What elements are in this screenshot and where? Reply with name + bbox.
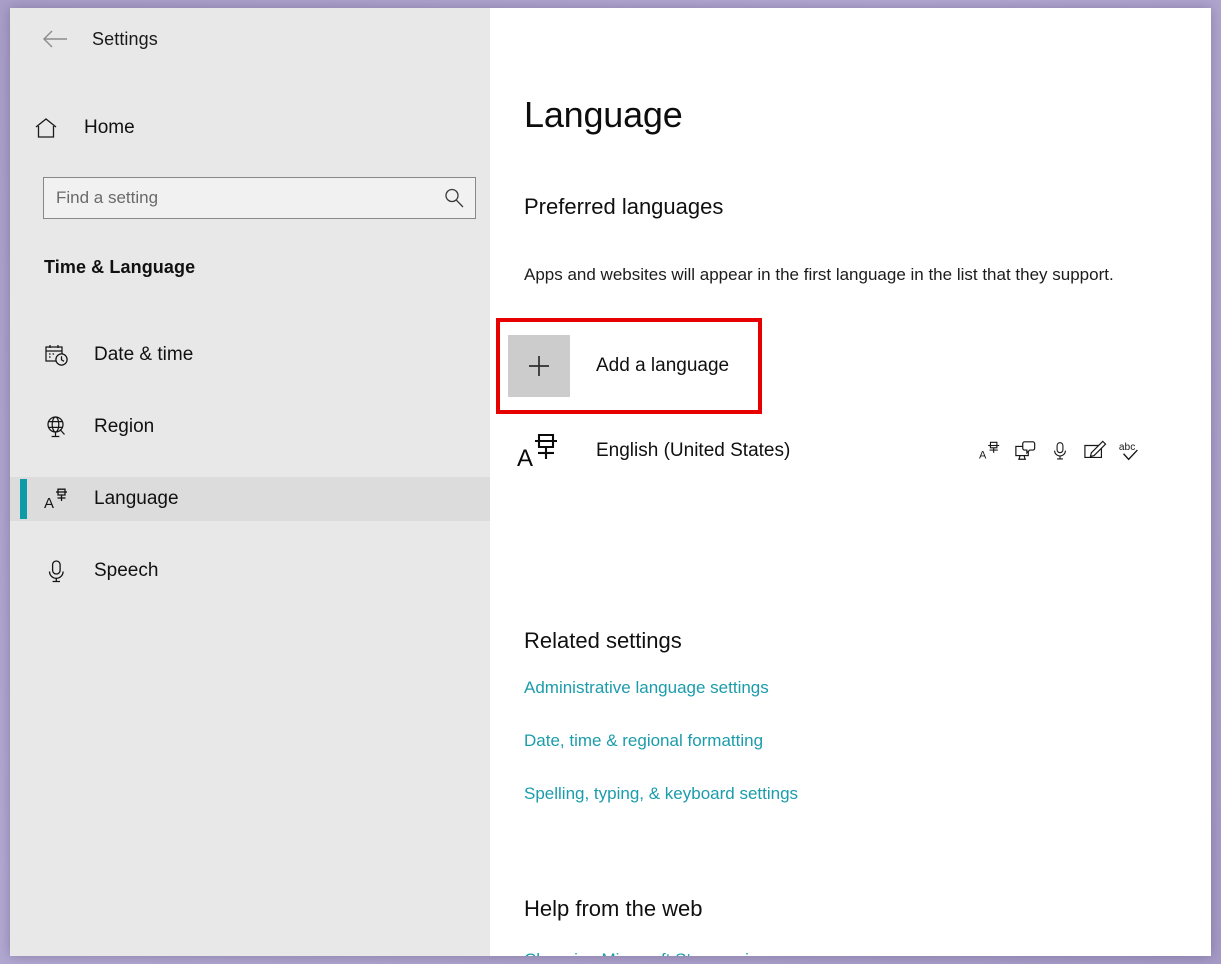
link-date-time-regional-formatting[interactable]: Date, time & regional formatting — [524, 731, 1164, 751]
sidebar-item-language[interactable]: A Language — [10, 477, 490, 521]
app-title: Settings — [92, 29, 158, 50]
related-settings-links: Administrative language settings Date, t… — [524, 678, 1164, 837]
microphone-icon — [44, 559, 76, 584]
active-accent-bar — [20, 407, 27, 447]
language-pack-icon: A — [978, 438, 1002, 464]
search-input[interactable] — [44, 188, 433, 208]
sidebar-item-date-time[interactable]: Date & time — [10, 333, 490, 377]
language-icon: A — [44, 486, 76, 512]
sidebar-item-speech-label: Speech — [94, 560, 158, 582]
link-administrative-language-settings[interactable]: Administrative language settings — [524, 678, 1164, 698]
globe-stand-icon — [44, 415, 76, 440]
related-settings-heading: Related settings — [524, 628, 682, 654]
handwriting-icon — [1083, 438, 1107, 464]
settings-window: Settings Home Time & Language — [10, 8, 1211, 956]
main-content: Language Preferred languages Apps and we… — [490, 8, 1211, 956]
svg-text:A: A — [44, 495, 54, 512]
sidebar-item-speech[interactable]: Speech — [10, 549, 490, 593]
svg-text:A: A — [517, 445, 533, 471]
calendar-clock-icon — [44, 343, 76, 368]
sidebar: Settings Home Time & Language — [10, 8, 490, 956]
active-accent-bar — [20, 551, 27, 591]
search-icon[interactable] — [433, 178, 475, 218]
back-arrow-icon[interactable] — [32, 23, 78, 55]
preferred-languages-description: Apps and websites will appear in the fir… — [524, 262, 1144, 287]
window-titlebar: Settings — [10, 8, 490, 70]
help-from-web-heading: Help from the web — [524, 896, 703, 922]
language-name: English (United States) — [596, 440, 978, 462]
language-list-item[interactable]: A English (United States) A — [508, 422, 1168, 480]
language-icon: A — [508, 431, 570, 471]
sidebar-nav-list: Date & time Region — [10, 333, 490, 621]
sidebar-item-home[interactable]: Home — [10, 106, 430, 150]
sidebar-item-region[interactable]: Region — [10, 405, 490, 449]
search-box[interactable] — [43, 177, 476, 219]
active-accent-bar — [20, 335, 27, 375]
active-accent-bar — [20, 479, 27, 519]
sidebar-item-region-label: Region — [94, 416, 154, 438]
preferred-languages-heading: Preferred languages — [524, 194, 723, 220]
svg-text:A: A — [979, 449, 987, 461]
language-capabilities: A — [978, 438, 1142, 464]
sidebar-item-language-label: Language — [94, 488, 179, 510]
link-spelling-typing-keyboard-settings[interactable]: Spelling, typing, & keyboard settings — [524, 784, 1164, 804]
speech-icon — [1048, 438, 1072, 464]
svg-text:abc: abc — [1119, 442, 1135, 453]
link-changing-microsoft-store-region[interactable]: Changing Microsoft Store region — [524, 950, 768, 956]
add-language-button[interactable]: Add a language — [508, 330, 729, 402]
sidebar-category-title: Time & Language — [44, 257, 195, 278]
page-title: Language — [524, 94, 683, 136]
sidebar-item-date-time-label: Date & time — [94, 344, 193, 366]
home-icon — [34, 117, 64, 139]
add-language-label: Add a language — [596, 355, 729, 377]
plus-icon — [508, 335, 570, 397]
spellcheck-icon: abc — [1118, 438, 1142, 464]
sidebar-item-home-label: Home — [84, 117, 135, 139]
display-language-icon — [1013, 438, 1037, 464]
